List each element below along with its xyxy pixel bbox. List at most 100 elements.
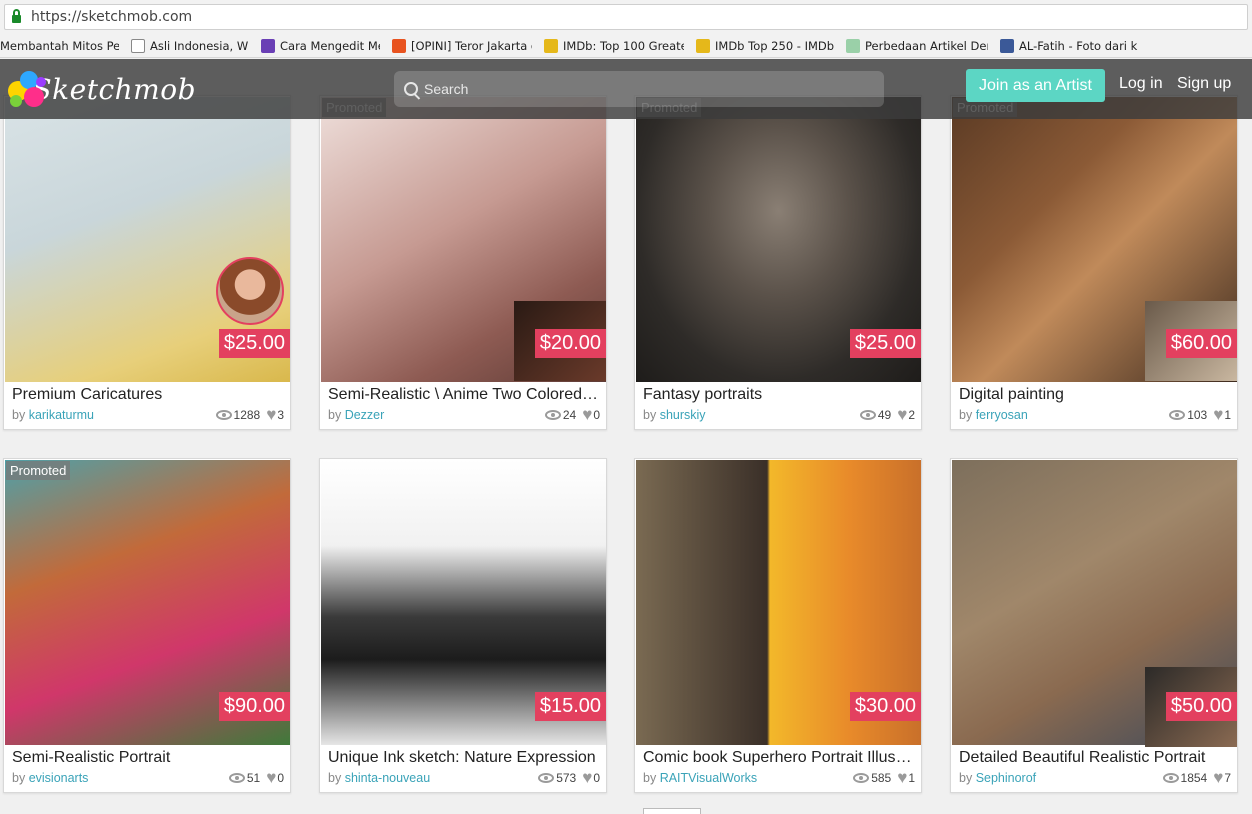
bookmark-item[interactable]: AL-Fatih - Foto dari k bbox=[1000, 38, 1144, 53]
pagination[interactable] bbox=[643, 808, 701, 814]
by-label: by bbox=[643, 771, 657, 785]
artist-link[interactable]: shinta-nouveau bbox=[345, 771, 430, 785]
bookmark-item[interactable]: Perbedaan Artikel Der bbox=[846, 38, 988, 53]
bookmark-label: IMDb: Top 100 Greate bbox=[563, 38, 684, 53]
by-label: by bbox=[959, 771, 973, 785]
sketchmob-logo[interactable]: Sketchmob bbox=[6, 65, 196, 113]
bookmark-item[interactable]: Membantah Mitos Per bbox=[0, 39, 119, 53]
artwork-card[interactable]: Promoted$25.00Fantasy portraitsby shursk… bbox=[634, 95, 922, 430]
card-stats: 24 ♥ 0 bbox=[544, 406, 600, 423]
bookmark-label: Asli Indonesia, Wira W bbox=[150, 38, 249, 53]
heart-icon[interactable]: ♥ bbox=[582, 769, 592, 786]
eye-icon bbox=[853, 772, 870, 783]
price-tag: $60.00 bbox=[1165, 329, 1237, 358]
card-title[interactable]: Comic book Superhero Portrait Illustrati… bbox=[643, 749, 915, 767]
heart-icon[interactable]: ♥ bbox=[266, 769, 276, 786]
view-count: 24 bbox=[562, 407, 577, 422]
artwork-card[interactable]: $25.00 Premium Caricatures by karikaturmu 1… bbox=[3, 95, 291, 430]
artist-link[interactable]: Sephinorof bbox=[976, 771, 1036, 785]
card-stats: 585 ♥ 1 bbox=[853, 769, 915, 786]
bookmark-item[interactable]: IMDb Top 250 - IMDb bbox=[696, 38, 834, 53]
view-count: 585 bbox=[871, 770, 892, 785]
card-stats: 49 ♥ 2 bbox=[859, 406, 915, 423]
like-count: 3 bbox=[277, 407, 284, 422]
site-header: Sketchmob Join as an Artist Log in Sign … bbox=[0, 59, 1252, 119]
heart-icon[interactable]: ♥ bbox=[582, 406, 592, 423]
price-tag: $30.00 bbox=[849, 692, 921, 721]
bookmark-label: [OPINI] Teror Jakarta d bbox=[411, 38, 532, 53]
artist-link[interactable]: karikaturmu bbox=[29, 408, 94, 422]
logo-text: Sketchmob bbox=[32, 72, 196, 106]
by-label: by bbox=[12, 771, 26, 785]
signup-link[interactable]: Sign up bbox=[1177, 75, 1231, 93]
bookmark-item[interactable]: [OPINI] Teror Jakarta d bbox=[392, 38, 532, 53]
search-box[interactable] bbox=[394, 71, 884, 107]
card-title[interactable]: Fantasy portraits bbox=[643, 386, 915, 404]
bookmark-item[interactable]: IMDb: Top 100 Greate bbox=[544, 38, 684, 53]
card-byline: by shurskiy bbox=[643, 408, 706, 422]
card-title[interactable]: Semi-Realistic \ Anime Two Colored Pa... bbox=[328, 386, 600, 404]
card-byline: by Dezzer bbox=[328, 408, 384, 422]
paint-splat-icon bbox=[6, 67, 46, 111]
view-count: 49 bbox=[877, 407, 892, 422]
heart-icon[interactable]: ♥ bbox=[1213, 769, 1223, 786]
artwork-card[interactable]: $50.00 Detailed Beautiful Realistic Portr… bbox=[950, 458, 1238, 793]
artist-link[interactable]: ferryosan bbox=[976, 408, 1028, 422]
artwork-card[interactable]: Promoted $90.00 Semi-Realistic Portrait by … bbox=[3, 458, 291, 793]
bookmark-item[interactable]: Cara Mengedit Memo bbox=[261, 38, 380, 53]
card-stats: 1854 ♥ 7 bbox=[1162, 769, 1231, 786]
heart-icon[interactable]: ♥ bbox=[266, 406, 276, 423]
address-bar[interactable]: https://sketchmob.com bbox=[4, 4, 1248, 30]
artwork-card[interactable]: $15.00 Unique Ink sketch: Nature Expressi… bbox=[319, 458, 607, 793]
artwork-card[interactable]: $30.00 Comic book Superhero Portrait Illu… bbox=[634, 458, 922, 793]
imdb-icon bbox=[696, 38, 710, 53]
card-title[interactable]: Unique Ink sketch: Nature Expression bbox=[328, 749, 600, 767]
card-title[interactable]: Semi-Realistic Portrait bbox=[12, 749, 284, 767]
eye-icon bbox=[228, 772, 245, 783]
page-icon bbox=[131, 38, 145, 53]
like-count: 0 bbox=[277, 770, 284, 785]
card-byline: by evisionarts bbox=[12, 771, 88, 785]
card-stats: 103 ♥ 1 bbox=[1169, 406, 1231, 423]
artist-link[interactable]: evisionarts bbox=[29, 771, 89, 785]
heart-icon[interactable]: ♥ bbox=[1213, 406, 1223, 423]
search-icon bbox=[404, 82, 418, 96]
lock-icon bbox=[12, 9, 21, 23]
url-text[interactable]: https://sketchmob.com bbox=[31, 9, 192, 25]
artwork-card[interactable]: Promoted$60.00Digital paintingby ferryos… bbox=[950, 95, 1238, 430]
bookmark-label: Cara Mengedit Memo bbox=[280, 38, 380, 53]
artist-link[interactable]: RAITVisualWorks bbox=[660, 771, 757, 785]
search-input[interactable] bbox=[424, 81, 864, 97]
heart-icon[interactable]: ♥ bbox=[897, 769, 907, 786]
price-tag: $50.00 bbox=[1165, 692, 1237, 721]
opini-icon bbox=[392, 38, 406, 53]
login-link[interactable]: Log in bbox=[1119, 75, 1163, 93]
reference-photo-thumbnail bbox=[216, 257, 284, 325]
by-label: by bbox=[643, 408, 657, 422]
card-byline: by Sephinorof bbox=[959, 771, 1036, 785]
edit-icon bbox=[261, 38, 275, 53]
bookmark-label: AL-Fatih - Foto dari k bbox=[1019, 38, 1138, 53]
facebook-icon bbox=[1000, 38, 1014, 53]
card-stats: 573 ♥ 0 bbox=[538, 769, 600, 786]
bookmark-label: Perbedaan Artikel Der bbox=[865, 38, 988, 53]
bookmark-item[interactable]: Asli Indonesia, Wira W bbox=[131, 38, 249, 53]
price-tag: $25.00 bbox=[218, 329, 290, 358]
view-count: 1854 bbox=[1180, 770, 1208, 785]
artwork-card[interactable]: Promoted$20.00Semi-Realistic \ Anime Two… bbox=[319, 95, 607, 430]
bookmarks-bar: Membantah Mitos Per Asli Indonesia, Wira … bbox=[0, 34, 1252, 58]
artist-link[interactable]: shurskiy bbox=[660, 408, 706, 422]
bookmark-label: Membantah Mitos Per bbox=[0, 38, 119, 53]
card-byline: by RAITVisualWorks bbox=[643, 771, 757, 785]
card-title[interactable]: Detailed Beautiful Realistic Portrait bbox=[959, 749, 1231, 767]
join-as-artist-button[interactable]: Join as an Artist bbox=[966, 69, 1105, 102]
like-count: 1 bbox=[908, 770, 915, 785]
heart-icon[interactable]: ♥ bbox=[897, 406, 907, 423]
artist-link[interactable]: Dezzer bbox=[345, 408, 385, 422]
by-label: by bbox=[959, 408, 973, 422]
card-title[interactable]: Digital painting bbox=[959, 386, 1231, 404]
price-tag: $90.00 bbox=[218, 692, 290, 721]
card-title[interactable]: Premium Caricatures bbox=[12, 386, 284, 404]
card-stats: 51 ♥ 0 bbox=[228, 769, 284, 786]
view-count: 573 bbox=[556, 770, 577, 785]
